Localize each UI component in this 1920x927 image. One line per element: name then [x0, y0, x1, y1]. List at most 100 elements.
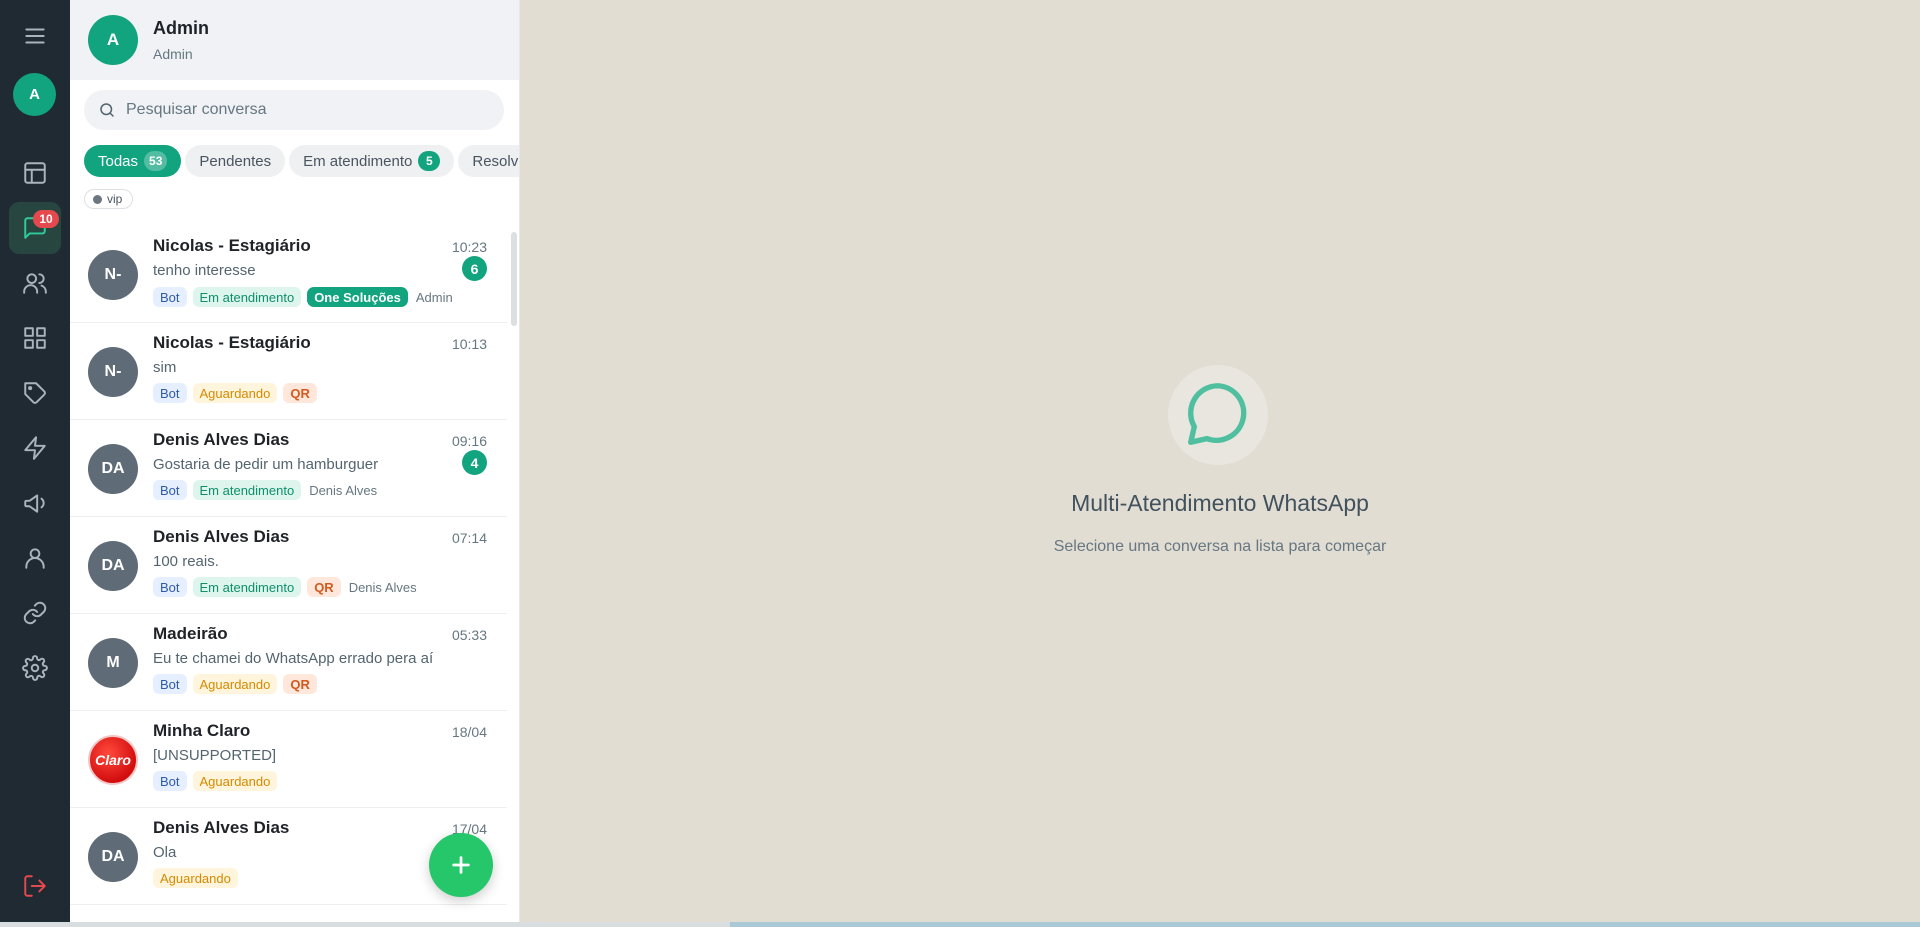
assigned-agent: Admin [415, 289, 453, 305]
tag-aguard: Aguardando [153, 868, 238, 888]
nav-connections[interactable] [9, 587, 61, 639]
search-input[interactable] [126, 101, 486, 119]
last-message-preview: [UNSUPPORTED] [153, 747, 277, 764]
last-message-time: 05:33 [451, 627, 487, 643]
nav-apps[interactable] [9, 312, 61, 364]
chat-unread-badge: 10 [33, 210, 59, 228]
logout-icon [24, 875, 46, 897]
tag-bot: Bot [153, 287, 187, 307]
tag-qr: QR [283, 674, 317, 694]
filter-todas[interactable]: Todas 53 [84, 145, 182, 177]
conversation-tags: Bot Aguardando QR [153, 674, 323, 694]
contact-name: Nicolas - Estagiário [153, 333, 311, 352]
conversation-row[interactable]: N- Nicolas - Estagiário 10:23 tenho interes… [70, 226, 507, 323]
contact-name: Denis Alves Dias [153, 818, 290, 837]
sidebar-rail: A 10 [0, 0, 70, 927]
contact-name: Madeirão [153, 624, 228, 643]
conversation-row[interactable]: N- Nicolas - Estagiário 10:13 sim Bot Aguarda… [70, 323, 507, 420]
filter-label: Resolvi [472, 152, 520, 170]
search-icon [100, 103, 114, 117]
nav-tags[interactable] [9, 367, 61, 419]
contact-avatar: M [88, 638, 138, 688]
last-message-time: 10:23 [451, 239, 487, 255]
filter-label: Pendentes [199, 152, 272, 170]
conversation-row[interactable]: Claro Minha Claro 18/04 [UNSUPPORTED] Bot Agu… [70, 711, 507, 808]
conversation-tags: Aguardando [153, 868, 244, 888]
profile-avatar[interactable]: A [88, 15, 138, 65]
conversation-list: N- Nicolas - Estagiário 10:23 tenho interes… [70, 226, 519, 905]
bottom-edge-segment [730, 922, 1920, 927]
panel-header: A Admin Admin [70, 0, 519, 80]
profile-role: Admin [153, 46, 193, 62]
last-message-preview: Gostaria de pedir um hamburguer [153, 456, 379, 473]
nav-campaigns[interactable] [9, 477, 61, 529]
contact-avatar: Claro [88, 735, 138, 785]
tag-atend: Em atendimento [192, 577, 302, 597]
last-message-time: 07:14 [451, 530, 487, 546]
filter-label: Todas [98, 152, 139, 170]
tag-aguard: Aguardando [192, 771, 278, 791]
nav-users[interactable] [9, 532, 61, 584]
profile-name: Admin [153, 18, 209, 38]
contact-name: Minha Claro [153, 721, 251, 740]
list-scrollbar[interactable] [511, 232, 517, 326]
tag-filter-vip[interactable]: vip [84, 189, 134, 209]
user-avatar[interactable]: A [13, 73, 56, 116]
contact-avatar: N- [88, 250, 138, 300]
conversation-panel: A Admin Admin Todas 53 Pendentes Em atendim… [70, 0, 520, 927]
conversation-row[interactable]: M Madeirão 05:33 Eu te chamei do WhatsApp e… [70, 614, 507, 711]
filter-pendentes[interactable]: Pendentes [185, 145, 286, 177]
nav-settings[interactable] [9, 642, 61, 694]
tag-qr: QR [283, 383, 317, 403]
last-message-preview: Ola [153, 844, 177, 861]
filter-count: 53 [144, 151, 168, 171]
filter-label: Em atendimento [303, 152, 413, 170]
contact-name: Nicolas - Estagiário [153, 236, 311, 255]
nav-automations[interactable] [9, 422, 61, 474]
search-box[interactable] [84, 90, 504, 130]
nav-contacts[interactable] [9, 257, 61, 309]
chat-area-empty-state: Multi-Atendimento WhatsApp Selecione uma… [520, 0, 1920, 922]
empty-state-title: Multi-Atendimento WhatsApp [1071, 490, 1369, 516]
whatsapp-chat-icon [1168, 365, 1268, 465]
last-message-preview: tenho interesse [153, 262, 256, 279]
tag-atend: Em atendimento [192, 287, 302, 307]
logout-button[interactable] [9, 860, 61, 912]
link-icon [23, 601, 47, 625]
status-filter-tabs: Todas 53 Pendentes Em atendimento 5 Resolvi [84, 145, 520, 177]
conversation-tags: Bot Aguardando QR [153, 383, 323, 403]
filter-em-atendimento[interactable]: Em atendimento 5 [289, 145, 455, 177]
tag-bot: Bot [153, 674, 187, 694]
filter-resolvidas[interactable]: Resolvi [458, 145, 520, 177]
contact-avatar: DA [88, 541, 138, 591]
tag-aguard: Aguardando [192, 674, 278, 694]
lightning-icon [24, 436, 46, 460]
unread-count-badge: 6 [462, 256, 487, 281]
contact-avatar: DA [88, 832, 138, 882]
window-bottom-edge [0, 922, 1920, 927]
user-icon [25, 548, 45, 569]
tag-color-dot [93, 194, 102, 204]
tag-company: One Soluções [307, 287, 408, 307]
tag-bot: Bot [153, 577, 187, 597]
conversation-row[interactable]: DA Denis Alves Dias 07:14 100 reais. Bot Em a… [70, 517, 507, 614]
last-message-time: 10:13 [451, 336, 487, 352]
conversation-tags: Bot Em atendimento QR Denis Alves [153, 577, 425, 597]
contact-name: Denis Alves Dias [153, 527, 290, 546]
contact-name: Denis Alves Dias [153, 430, 290, 449]
tag-atend: Em atendimento [192, 480, 302, 500]
nav-dashboard[interactable] [9, 147, 61, 199]
last-message-time: 18/04 [451, 724, 487, 740]
conversation-tags: Bot Aguardando [153, 771, 283, 791]
menu-button[interactable] [9, 10, 61, 62]
gear-icon [22, 655, 48, 681]
dashboard-icon [24, 162, 46, 184]
conversation-row[interactable]: DA Denis Alves Dias 09:16 Gostaria de pedir… [70, 420, 507, 517]
contact-avatar: DA [88, 444, 138, 494]
new-conversation-button[interactable] [429, 833, 493, 897]
tag-bot: Bot [153, 771, 187, 791]
plus-icon [452, 856, 470, 874]
filter-count: 5 [418, 151, 441, 171]
tag-icon [24, 382, 46, 404]
tag-aguard: Aguardando [192, 383, 278, 403]
